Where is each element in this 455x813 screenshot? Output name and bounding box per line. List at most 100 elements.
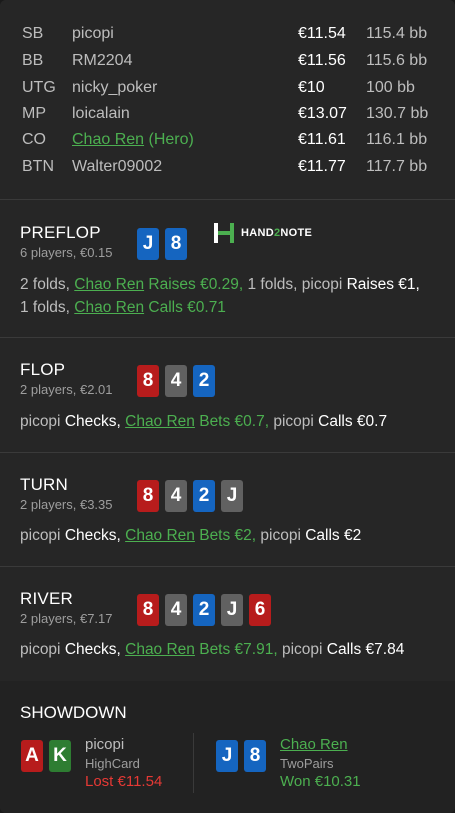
showdown-section: SHOWDOWN A K picopi HighCard Lost €11.54…	[0, 681, 455, 813]
hero-name-link[interactable]: Chao Ren	[72, 131, 144, 148]
action: Checks,	[64, 527, 121, 544]
player-position: SB	[22, 25, 44, 42]
action: Calls €2	[305, 527, 362, 544]
player-name: nicky_poker	[72, 79, 158, 96]
street-river: RIVER 2 players, €7.17 8 4 2 J 6 picopi …	[0, 567, 455, 681]
player-row-hero: CO Chao Ren (Hero) €11.61 116.1 bb	[0, 127, 455, 153]
action: Raises €1,	[346, 276, 420, 293]
hero-tag: (Hero)	[148, 131, 194, 148]
street-turn: TURN 2 players, €3.35 8 4 2 J picopi Che…	[0, 453, 455, 567]
street-title: TURN	[20, 475, 69, 494]
street-actions: picopi Checks, Chao Ren Bets €7.91, pico…	[20, 638, 440, 661]
hero-action: Raises €0.29,	[144, 276, 244, 293]
showdown-hero: J 8 Chao Ren TwoPairs Won €10.31	[216, 736, 416, 796]
street-actions: 2 folds, Chao Ren Raises €0.29, 1 folds,…	[20, 273, 440, 319]
street-subtitle: 2 players, €7.17	[20, 611, 113, 626]
hero-name-link[interactable]: Chao Ren	[125, 527, 195, 544]
card: 8	[137, 594, 159, 626]
street-actions: picopi Checks, Chao Ren Bets €2, picopi …	[20, 524, 440, 547]
action-text: 1 folds, picopi	[243, 276, 347, 293]
showdown-villain: A K picopi HighCard Lost €11.54	[21, 736, 191, 796]
player-stack-bb: 117.7 bb	[366, 158, 428, 175]
player-stack: €11.61	[298, 131, 346, 148]
player-row: MP loicalain €13.07 130.7 bb	[0, 101, 455, 127]
hero-hand: TwoPairs	[280, 756, 334, 771]
card: 2	[193, 594, 215, 626]
hero-name-link[interactable]: Chao Ren	[74, 299, 144, 316]
action-text: picopi	[256, 527, 306, 544]
hero-name-link[interactable]: Chao Ren	[125, 413, 195, 430]
hole-cards: J 8	[137, 228, 187, 260]
villain-hand: HighCard	[85, 756, 140, 771]
hand2note-logo: HAND2NOTE	[213, 221, 312, 245]
card: J	[221, 594, 243, 626]
card: A	[21, 740, 43, 772]
street-title: RIVER	[20, 589, 73, 608]
action-text: 1 folds,	[20, 299, 75, 316]
villain-cards: A K	[21, 740, 71, 772]
board-cards: 8 4 2	[137, 365, 215, 397]
hero-cards: J 8	[216, 740, 266, 772]
card: 2	[193, 480, 215, 512]
player-stack-bb: 115.4 bb	[366, 25, 428, 42]
hero-action: Calls €0.71	[144, 299, 226, 316]
villain-name: picopi	[85, 736, 125, 753]
street-subtitle: 6 players, €0.15	[20, 245, 113, 260]
street-flop: FLOP 2 players, €2.01 8 4 2 picopi Check…	[0, 338, 455, 453]
player-name: Chao Ren (Hero)	[72, 127, 194, 153]
card: 4	[165, 594, 187, 626]
hand2note-logo-text: HAND2NOTE	[241, 227, 313, 239]
card: J	[137, 228, 159, 260]
street-subtitle: 2 players, €2.01	[20, 382, 113, 397]
hero-result: Won €10.31	[280, 773, 361, 790]
card: 4	[165, 365, 187, 397]
hero-name-link[interactable]: Chao Ren	[125, 641, 195, 658]
street-actions: picopi Checks, Chao Ren Bets €0.7, picop…	[20, 410, 440, 433]
hero-action: Bets €0.7,	[194, 413, 270, 430]
hero-name-link[interactable]: Chao Ren	[74, 276, 144, 293]
player-row: SB picopi €11.54 115.4 bb	[0, 21, 455, 47]
action-text: picopi	[277, 641, 327, 658]
street-title: PREFLOP	[20, 223, 101, 242]
hero-action: Bets €2,	[194, 527, 257, 544]
hero-name-link[interactable]: Chao Ren	[280, 736, 348, 753]
hand-history-panel: SB picopi €11.54 115.4 bb BB RM2204 €11.…	[0, 0, 455, 813]
action: Checks,	[64, 413, 121, 430]
player-stack: €11.56	[298, 52, 346, 69]
player-stack-bb: 100 bb	[366, 79, 415, 96]
card: 8	[244, 740, 266, 772]
player-position: CO	[22, 131, 46, 148]
card: K	[49, 740, 71, 772]
player-position: MP	[22, 105, 46, 122]
card: J	[221, 480, 243, 512]
card: 8	[165, 228, 187, 260]
hero-action: Bets €7.91,	[194, 641, 278, 658]
card: 6	[249, 594, 271, 626]
player-name: RM2204	[72, 52, 133, 69]
card: 8	[137, 480, 159, 512]
player-stack: €13.07	[298, 105, 347, 122]
action-text: picopi	[20, 413, 65, 430]
player-name: loicalain	[72, 105, 130, 122]
hand2note-logo-icon	[213, 222, 235, 244]
player-position: UTG	[22, 79, 56, 96]
player-stack: €11.54	[298, 25, 346, 42]
street-title: FLOP	[20, 360, 66, 379]
card: 2	[193, 365, 215, 397]
card: 4	[165, 480, 187, 512]
player-stack: €11.77	[298, 158, 346, 175]
players-table: SB picopi €11.54 115.4 bb BB RM2204 €11.…	[0, 0, 455, 200]
player-row: BTN Walter09002 €11.77 117.7 bb	[0, 154, 455, 180]
card: 8	[137, 365, 159, 397]
player-position: BB	[22, 52, 44, 69]
action: Checks,	[64, 641, 121, 658]
board-cards: 8 4 2 J	[137, 480, 243, 512]
action-text: picopi	[269, 413, 319, 430]
player-stack-bb: 115.6 bb	[366, 52, 428, 69]
player-stack-bb: 130.7 bb	[366, 105, 429, 122]
player-name: Walter09002	[72, 158, 163, 175]
player-row: BB RM2204 €11.56 115.6 bb	[0, 48, 455, 74]
showdown-divider	[193, 733, 194, 793]
player-row: UTG nicky_poker €10 100 bb	[0, 75, 455, 101]
action-text: picopi	[20, 527, 65, 544]
